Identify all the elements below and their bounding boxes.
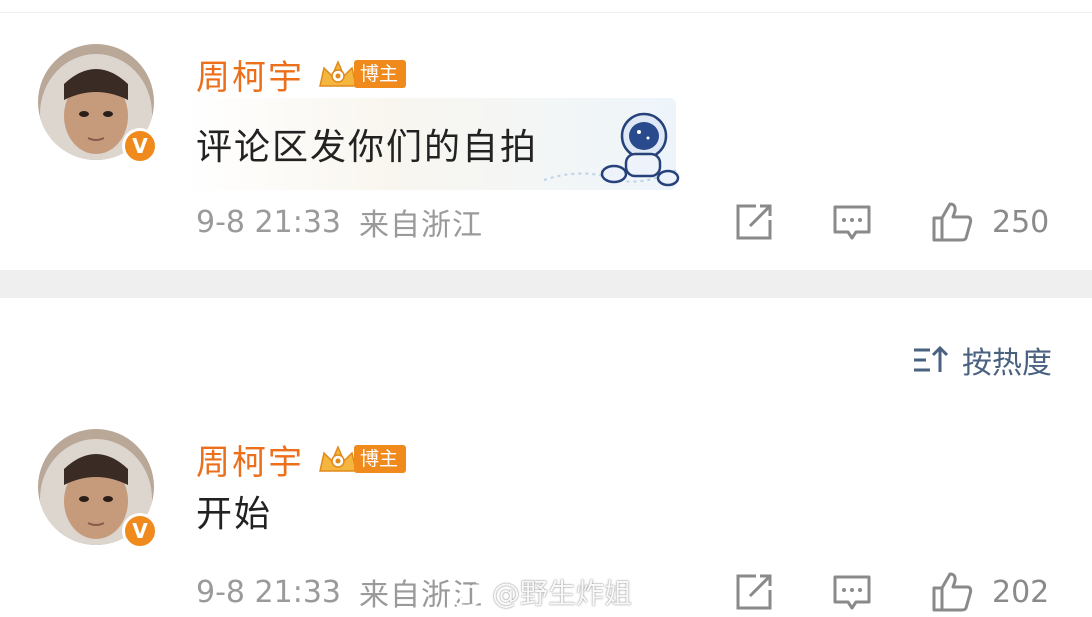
share-button[interactable] <box>734 202 778 242</box>
share-button[interactable] <box>734 572 778 612</box>
comment-text: 开始 <box>196 494 273 535</box>
name-row: 周柯宇 博主 <box>196 50 407 99</box>
watermark-text: @野生炸姐 <box>492 577 633 610</box>
blogger-badge: 博主 <box>316 443 407 475</box>
comment-meta: 9-8 21:33 来自浙江 <box>196 202 483 244</box>
sort-toggle[interactable]: 按热度 <box>912 338 1052 382</box>
reply-button[interactable] <box>832 202 876 242</box>
share-icon <box>736 204 772 240</box>
avatar[interactable]: V <box>38 429 158 549</box>
comment-actions: 250 <box>734 200 1049 244</box>
comment-meta: 9-8 21:33 来自浙江 <box>196 572 483 614</box>
reply-button[interactable] <box>832 572 876 612</box>
section-divider <box>0 270 1092 298</box>
thumbs-up-icon <box>932 572 973 612</box>
share-icon <box>736 574 772 610</box>
like-count: 202 <box>992 574 1050 610</box>
sort-label: 按热度 <box>962 346 1052 381</box>
comment-icon <box>833 205 871 240</box>
like-button[interactable]: 250 <box>930 200 1049 244</box>
verified-badge: V <box>122 128 158 164</box>
weibo-logo-icon <box>449 580 486 608</box>
blogger-badge: 博主 <box>316 58 407 90</box>
username[interactable]: 周柯宇 <box>196 50 304 99</box>
comment-page: V 周柯宇 博主 评论区发你们的自拍 9-8 21:33 来自浙江 250 按热… <box>0 0 1092 617</box>
verified-badge: V <box>122 513 158 549</box>
watermark: @野生炸姐 <box>448 572 632 612</box>
comment-text: 评论区发你们的自拍 <box>196 127 539 168</box>
avatar[interactable]: V <box>38 44 158 164</box>
blogger-badge-label: 博主 <box>354 445 407 473</box>
comment-time: 9-8 21:33 <box>196 204 341 240</box>
sort-icon <box>914 345 948 372</box>
astronaut-sticker-icon <box>543 112 680 187</box>
username[interactable]: 周柯宇 <box>196 435 304 484</box>
like-button[interactable]: 202 <box>930 570 1049 614</box>
like-count: 250 <box>992 204 1050 240</box>
top-edge <box>0 0 1092 13</box>
thumbs-up-icon <box>932 202 973 242</box>
name-row: 周柯宇 博主 <box>196 435 407 484</box>
blogger-badge-label: 博主 <box>354 60 407 88</box>
comment-location: 来自浙江 <box>359 208 483 243</box>
comment-actions: 202 <box>734 570 1049 614</box>
comment-time: 9-8 21:33 <box>196 574 341 610</box>
comment-icon <box>833 575 871 610</box>
